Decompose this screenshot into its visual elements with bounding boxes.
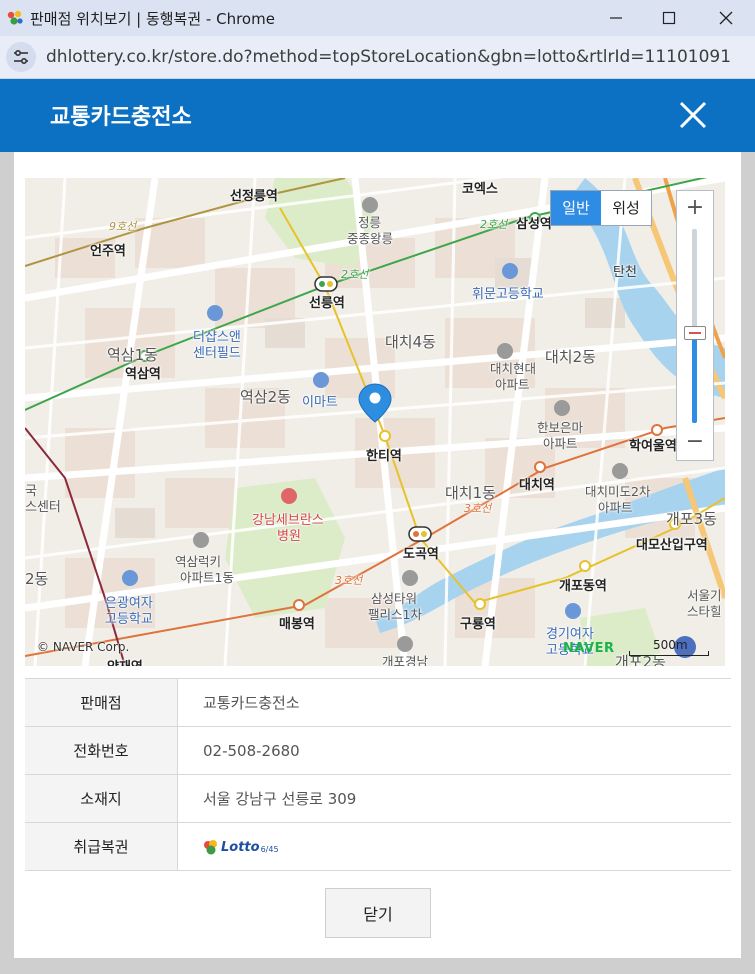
map-label: 2호선: [480, 218, 508, 231]
map-label: 대치미도2차: [585, 484, 651, 499]
scale-label: 500m: [653, 638, 688, 652]
map-label: 탄천: [613, 265, 637, 280]
map-label: 2동: [25, 570, 49, 588]
map-type-normal-button[interactable]: 일반: [551, 191, 601, 225]
map-label: 한티역: [366, 449, 402, 464]
map-label: 역삼1동: [107, 346, 158, 364]
maximize-button[interactable]: [643, 0, 695, 36]
map-label: 아파트1동: [180, 570, 234, 585]
map-label: 개포3동: [666, 510, 717, 528]
zoom-control: + −: [676, 190, 714, 461]
url-text[interactable]: dhlottery.co.kr/store.do?method=topStore…: [46, 47, 731, 67]
store-map[interactable]: 선정릉역 코엑스 삼성역 탄천 언주역 정릉 중종왕릉 2호선 2호선 9호선 …: [25, 178, 725, 666]
store-info-table: 판매점 교통카드충전소 전화번호 02-508-2680 소재지 서울 강남구 …: [25, 678, 731, 871]
map-label: 중종왕릉: [347, 231, 394, 246]
map-label: 도곡역: [403, 547, 439, 562]
map-label: 병원: [277, 529, 301, 544]
map-label: 대치2동: [545, 348, 596, 366]
map-label: 정릉: [358, 215, 382, 230]
map-label: 대모산입구역: [636, 538, 708, 553]
map-label: 아파트: [543, 436, 578, 451]
zoom-out-button[interactable]: −: [677, 427, 713, 457]
row-value-store: 교통카드충전소: [177, 678, 731, 727]
map-label: 팰리스1차: [368, 607, 422, 622]
map-label: 언주역: [90, 244, 126, 259]
map-label: 3호선: [464, 502, 492, 515]
map-label: 매봉역: [279, 617, 315, 632]
row-value-phone: 02-508-2680: [177, 726, 731, 775]
row-label-lottery: 취급복권: [25, 822, 178, 871]
minimize-button[interactable]: [590, 0, 642, 36]
map-label: 선정릉역: [230, 189, 278, 204]
table-row: 전화번호 02-508-2680: [25, 726, 731, 775]
window-titlebar: 판매점 위치보기 | 동행복권 - Chrome: [0, 0, 755, 36]
table-row: 소재지 서울 강남구 선릉로 309: [25, 774, 731, 823]
map-label: 스센터: [25, 500, 61, 515]
row-value-lottery: Lotto 6/45: [177, 822, 731, 871]
lotto-logo-word: Lotto: [221, 839, 260, 855]
map-label: 센터필드: [193, 346, 241, 361]
map-label: 서울기: [687, 588, 722, 603]
map-label: 아파트: [598, 500, 633, 515]
naver-logo: NAVER: [563, 641, 615, 656]
popup-body: 선정릉역 코엑스 삼성역 탄천 언주역 정릉 중종왕릉 2호선 2호선 9호선 …: [14, 152, 741, 958]
tune-icon: [14, 49, 28, 65]
map-label: 선릉역: [309, 296, 345, 311]
window-title: 판매점 위치보기 | 동행복권 - Chrome: [30, 9, 275, 28]
map-type-toggle: 일반 위성: [550, 190, 652, 226]
close-button[interactable]: 닫기: [325, 888, 431, 938]
popup-title: 교통카드충전소: [50, 105, 192, 130]
map-label: 9호선: [109, 220, 137, 233]
map-label: 삼성역: [516, 217, 552, 232]
address-bar: dhlottery.co.kr/store.do?method=topStore…: [0, 36, 755, 79]
table-row: 판매점 교통카드충전소: [25, 678, 731, 727]
map-label: 구룡역: [460, 617, 496, 632]
lotto-logo-sub: 6/45: [260, 844, 279, 854]
table-row: 취급복권 Lotto 6/45: [25, 822, 731, 871]
map-label: 한보은마: [537, 420, 584, 435]
minimize-icon: [610, 17, 622, 19]
map-label: 이마트: [302, 395, 338, 410]
map-copyright: © NAVER Corp.: [37, 640, 130, 654]
map-label: 휘문고등학교: [472, 287, 544, 302]
popup-close-icon[interactable]: [677, 99, 709, 131]
zoom-level-fill: [692, 331, 697, 423]
map-label: 3호선: [335, 574, 363, 587]
popup-header: 교통카드충전소: [0, 79, 755, 152]
map-label: 개포경남: [382, 654, 429, 666]
map-label: 학여울역: [629, 439, 677, 454]
maximize-icon: [662, 11, 676, 25]
close-icon: [719, 11, 733, 25]
window-close-button[interactable]: [700, 0, 752, 36]
map-label: 대치현대: [490, 361, 537, 376]
row-value-address: 서울 강남구 선릉로 309: [177, 774, 731, 823]
lotto-ball-icon: [204, 840, 217, 855]
lotto-logo: Lotto 6/45: [203, 839, 279, 855]
row-label-phone: 전화번호: [25, 726, 178, 775]
zoom-slider-handle[interactable]: [684, 325, 706, 340]
map-label: 스타힐: [687, 604, 722, 619]
map-label: 양재역: [107, 656, 143, 666]
site-info-button[interactable]: [6, 42, 36, 72]
map-label: 역삼역: [125, 367, 161, 382]
scale-bar-line: [629, 651, 709, 656]
row-label-address: 소재지: [25, 774, 178, 823]
map-type-satellite-button[interactable]: 위성: [601, 191, 651, 225]
map-label: 대치역: [519, 478, 555, 493]
row-label-store: 판매점: [25, 678, 178, 727]
map-scale-bar: 500m: [629, 638, 709, 656]
map-label: 역삼2동: [240, 388, 291, 406]
map-label: 삼성타워: [371, 591, 418, 606]
map-label: 아파트: [495, 377, 530, 392]
map-label: 2호선: [341, 268, 369, 281]
map-label: 대치4동: [385, 333, 436, 351]
dhlottery-favicon-icon: [7, 10, 23, 25]
zoom-in-button[interactable]: +: [677, 193, 713, 223]
map-label: 고등학교: [105, 612, 153, 627]
map-label: 역삼럭키: [175, 554, 222, 569]
map-label: 코엑스: [462, 182, 498, 197]
map-label: 개포동역: [559, 579, 607, 594]
